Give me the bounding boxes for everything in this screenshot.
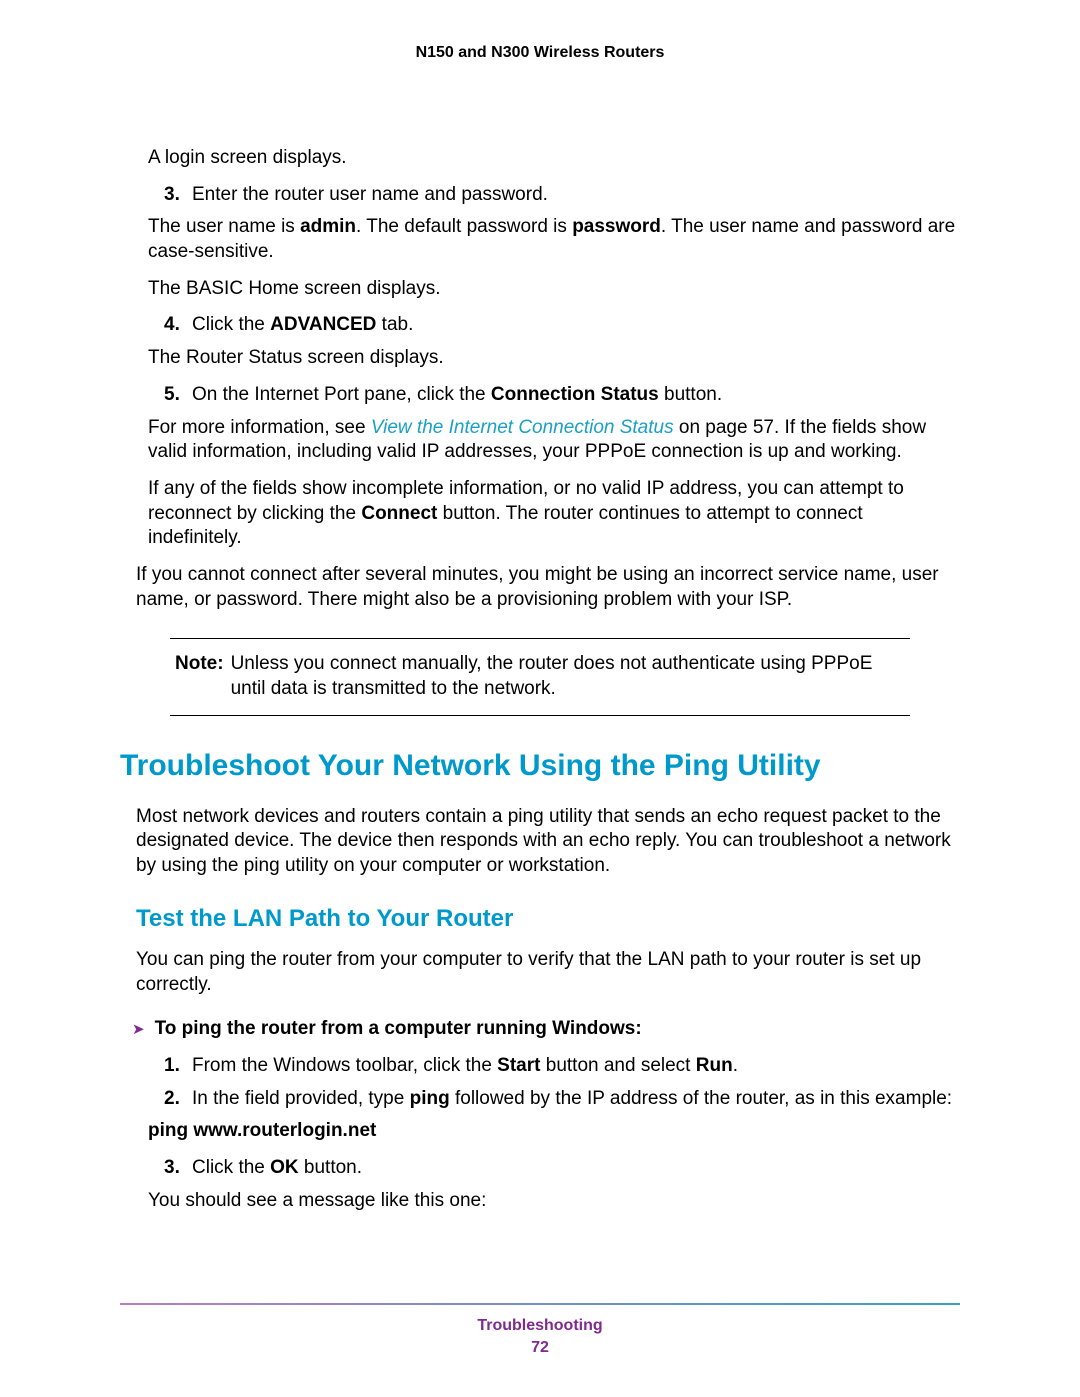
body-content: A login screen displays. 3. Enter the ro… xyxy=(120,146,960,1213)
proc-step-2: 2. In the field provided, type ping foll… xyxy=(164,1087,960,1112)
step-3-sub1: The user name is admin. The default pass… xyxy=(148,215,960,264)
step-5-sub1: For more information, see View the Inter… xyxy=(148,416,960,465)
step-number: 5. xyxy=(164,383,192,408)
step-5-sub2: If any of the fields show incomplete inf… xyxy=(148,477,960,551)
section2-subintro: You can ping the router from your comput… xyxy=(136,948,960,997)
page-footer: Troubleshooting 72 xyxy=(120,1303,960,1357)
step-text: From the Windows toolbar, click the Star… xyxy=(192,1054,960,1079)
header-title: N150 and N300 Wireless Routers xyxy=(120,44,960,62)
chevron-right-icon: ➤ xyxy=(132,1020,145,1040)
note-text: Unless you connect manually, the router … xyxy=(231,653,873,699)
note-label: Note: xyxy=(175,653,224,674)
step-text: On the Internet Port pane, click the Con… xyxy=(192,383,960,408)
note-content: Note: Unless you connect manually, the r… xyxy=(170,649,910,704)
footer-divider xyxy=(120,1303,960,1305)
step-text: Click the ADVANCED tab. xyxy=(192,313,960,338)
outro-paragraph: If you cannot connect after several minu… xyxy=(136,563,960,612)
link-view-internet-status[interactable]: View the Internet Connection Status xyxy=(371,417,674,438)
step-number: 1. xyxy=(164,1054,192,1079)
step-5: 5. On the Internet Port pane, click the … xyxy=(164,383,960,408)
section2-intro: Most network devices and routers contain… xyxy=(136,805,960,879)
section-heading-ping-utility: Troubleshoot Your Network Using the Ping… xyxy=(120,746,960,785)
login-displays: A login screen displays. xyxy=(148,146,960,171)
step-4-sub: The Router Status screen displays. xyxy=(148,346,960,371)
step-text: Enter the router user name and password. xyxy=(192,183,960,208)
step-text: Click the OK button. xyxy=(192,1156,960,1181)
step-number: 3. xyxy=(164,183,192,208)
step-number: 3. xyxy=(164,1156,192,1181)
note-box: Note: Unless you connect manually, the r… xyxy=(170,638,910,715)
ping-example: ping www.routerlogin.net xyxy=(148,1119,960,1144)
proc-step-1: 1. From the Windows toolbar, click the S… xyxy=(164,1054,960,1079)
page-container: N150 and N300 Wireless Routers A login s… xyxy=(0,0,1080,1397)
procedure-heading: ➤ To ping the router from a computer run… xyxy=(132,1017,960,1042)
step-3-sub2: The BASIC Home screen displays. xyxy=(148,277,960,302)
footer-page-number: 72 xyxy=(120,1339,960,1357)
step-3: 3. Enter the router user name and passwo… xyxy=(164,183,960,208)
procedure-title: To ping the router from a computer runni… xyxy=(155,1017,642,1042)
step-number: 2. xyxy=(164,1087,192,1112)
step-4: 4. Click the ADVANCED tab. xyxy=(164,313,960,338)
proc-step-3-sub: You should see a message like this one: xyxy=(148,1189,960,1214)
proc-step-3: 3. Click the OK button. xyxy=(164,1156,960,1181)
footer-label: Troubleshooting xyxy=(120,1317,960,1335)
step-number: 4. xyxy=(164,313,192,338)
step-text: In the field provided, type ping followe… xyxy=(192,1087,960,1112)
sub-heading-lan-path: Test the LAN Path to Your Router xyxy=(136,903,960,934)
